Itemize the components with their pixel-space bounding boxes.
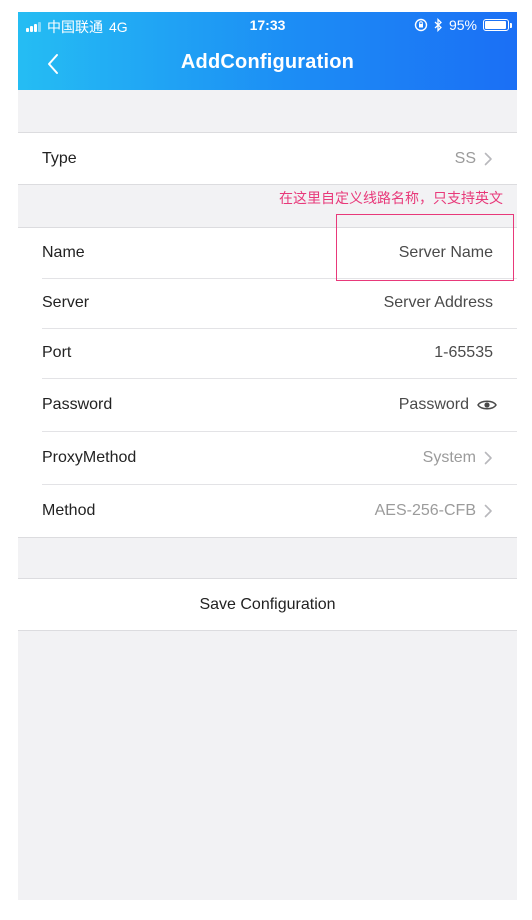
chevron-right-icon	[484, 451, 492, 464]
server-config-group: Name Server Name Server Server Address P…	[18, 227, 517, 538]
proxy-method-row[interactable]: ProxyMethod System	[18, 431, 517, 484]
top-bar: 中国联通 4G 17:33 95% AddConfiguration	[18, 12, 517, 90]
port-label: Port	[42, 344, 72, 361]
save-configuration-button[interactable]: Save Configuration	[18, 578, 517, 631]
password-label: Password	[42, 395, 113, 413]
battery-icon	[483, 19, 512, 31]
orientation-lock-icon	[414, 18, 428, 32]
type-label: Type	[42, 149, 77, 167]
port-row[interactable]: Port 1-65535	[18, 328, 517, 378]
server-input[interactable]: Server Address	[384, 294, 493, 312]
password-input[interactable]: Password	[399, 396, 469, 414]
method-value: AES-256-CFB	[375, 502, 493, 520]
name-label: Name	[42, 244, 85, 261]
status-bar: 中国联通 4G 17:33 95%	[18, 12, 517, 38]
method-row[interactable]: Method AES-256-CFB	[18, 484, 517, 537]
chevron-right-icon	[484, 152, 492, 165]
eye-icon[interactable]	[477, 398, 497, 412]
page-title: AddConfiguration	[180, 51, 355, 73]
name-row[interactable]: Name Server Name	[18, 228, 517, 278]
type-group: Type SS	[18, 132, 517, 185]
password-row[interactable]: Password Password	[18, 378, 517, 431]
name-input[interactable]: Server Name	[399, 244, 493, 262]
type-row[interactable]: Type SS	[18, 133, 517, 184]
proxy-method-text: System	[422, 448, 476, 466]
status-right: 95%	[414, 17, 512, 33]
proxy-method-label: ProxyMethod	[42, 448, 137, 466]
annotation-note: 在这里自定义线路名称，只支持英文	[279, 190, 503, 206]
nav-bar: AddConfiguration	[18, 38, 517, 90]
type-value: SS	[455, 150, 493, 168]
method-text: AES-256-CFB	[374, 501, 476, 519]
server-row[interactable]: Server Server Address	[18, 278, 517, 328]
method-label: Method	[42, 501, 96, 519]
chevron-right-icon	[484, 504, 492, 517]
password-value: Password	[399, 396, 497, 414]
port-input[interactable]: 1-65535	[434, 344, 493, 362]
battery-percent: 95%	[448, 17, 477, 33]
proxy-method-value: System	[423, 449, 493, 467]
type-value-text: SS	[454, 149, 476, 167]
bluetooth-icon	[434, 18, 442, 32]
server-label: Server	[42, 294, 90, 311]
app-screen: 中国联通 4G 17:33 95% AddConfiguration Type …	[18, 12, 517, 900]
battery-fill	[485, 21, 506, 29]
